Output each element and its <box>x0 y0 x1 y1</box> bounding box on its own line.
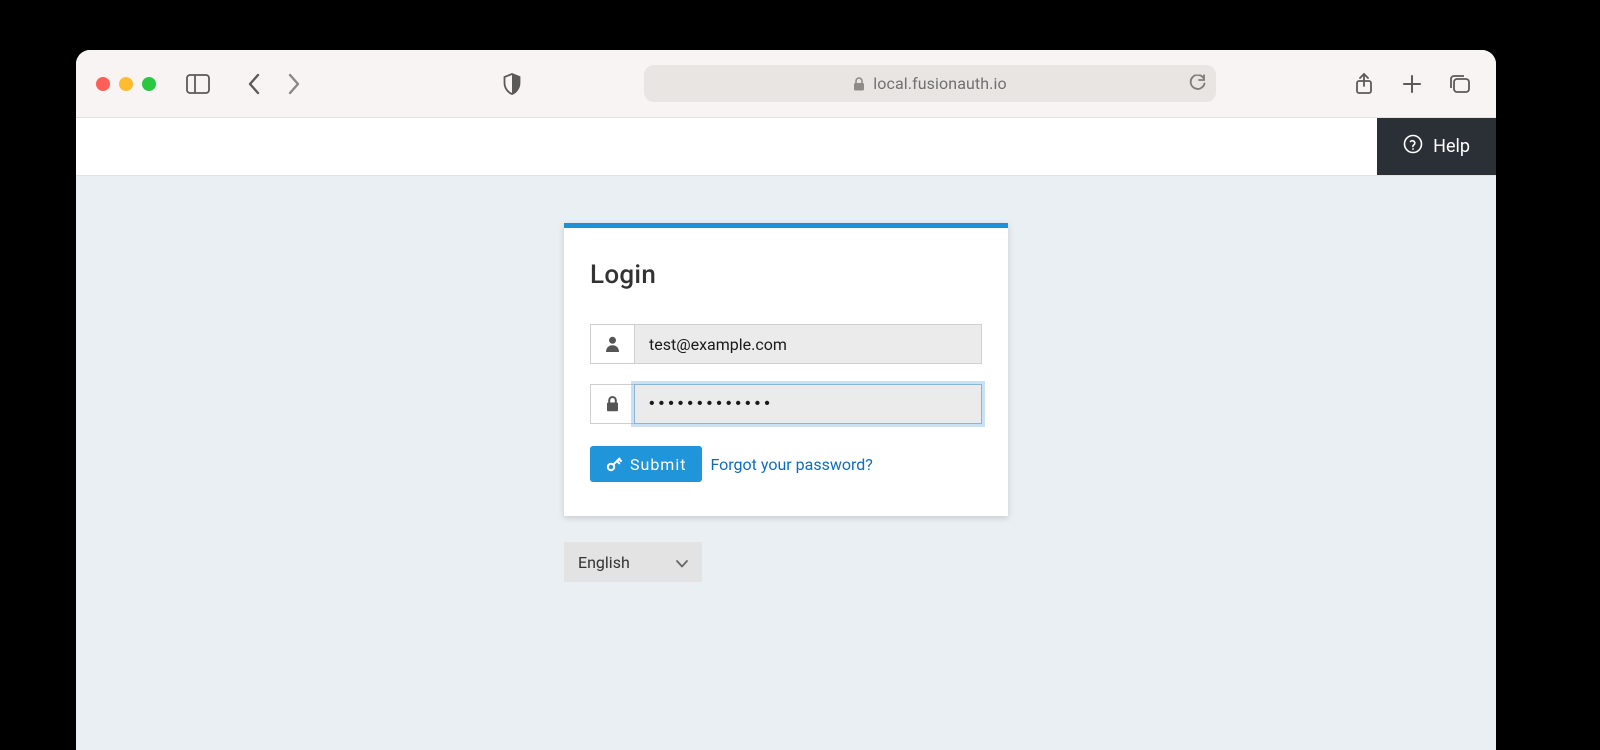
reload-icon[interactable] <box>1189 74 1206 93</box>
browser-toolbar: local.fusionauth.io <box>76 50 1496 118</box>
email-field-group <box>590 324 982 364</box>
lock-icon <box>590 384 634 424</box>
back-button[interactable] <box>238 68 270 100</box>
language-selected: English <box>578 553 630 572</box>
lock-icon <box>853 77 865 91</box>
login-card: Login <box>564 223 1008 516</box>
help-icon <box>1403 134 1423 159</box>
forgot-password-link[interactable]: Forgot your password? <box>710 455 872 474</box>
forward-button[interactable] <box>278 68 310 100</box>
password-field[interactable] <box>634 384 982 424</box>
help-button[interactable]: Help <box>1377 118 1496 175</box>
chevron-down-icon <box>676 553 688 572</box>
page-content: Login <box>76 176 1496 750</box>
user-icon <box>590 324 634 364</box>
submit-button[interactable]: Submit <box>590 446 702 482</box>
minimize-window-button[interactable] <box>119 77 133 91</box>
fullscreen-window-button[interactable] <box>142 77 156 91</box>
share-icon[interactable] <box>1348 68 1380 100</box>
address-bar[interactable]: local.fusionauth.io <box>644 65 1216 102</box>
browser-window: local.fusionauth.io <box>76 50 1496 750</box>
language-select[interactable]: English <box>564 542 702 582</box>
new-tab-icon[interactable] <box>1396 68 1428 100</box>
key-icon <box>606 456 622 472</box>
address-bar-text: local.fusionauth.io <box>873 74 1006 93</box>
email-field[interactable] <box>634 324 982 364</box>
help-label: Help <box>1433 136 1470 157</box>
submit-label: Submit <box>630 455 686 474</box>
window-controls <box>96 77 156 91</box>
tabs-overview-icon[interactable] <box>1444 68 1476 100</box>
app-header: Help <box>76 118 1496 176</box>
password-field-group <box>590 384 982 424</box>
sidebar-toggle-icon[interactable] <box>182 68 214 100</box>
login-title: Login <box>590 260 982 290</box>
shield-icon[interactable] <box>496 68 528 100</box>
close-window-button[interactable] <box>96 77 110 91</box>
